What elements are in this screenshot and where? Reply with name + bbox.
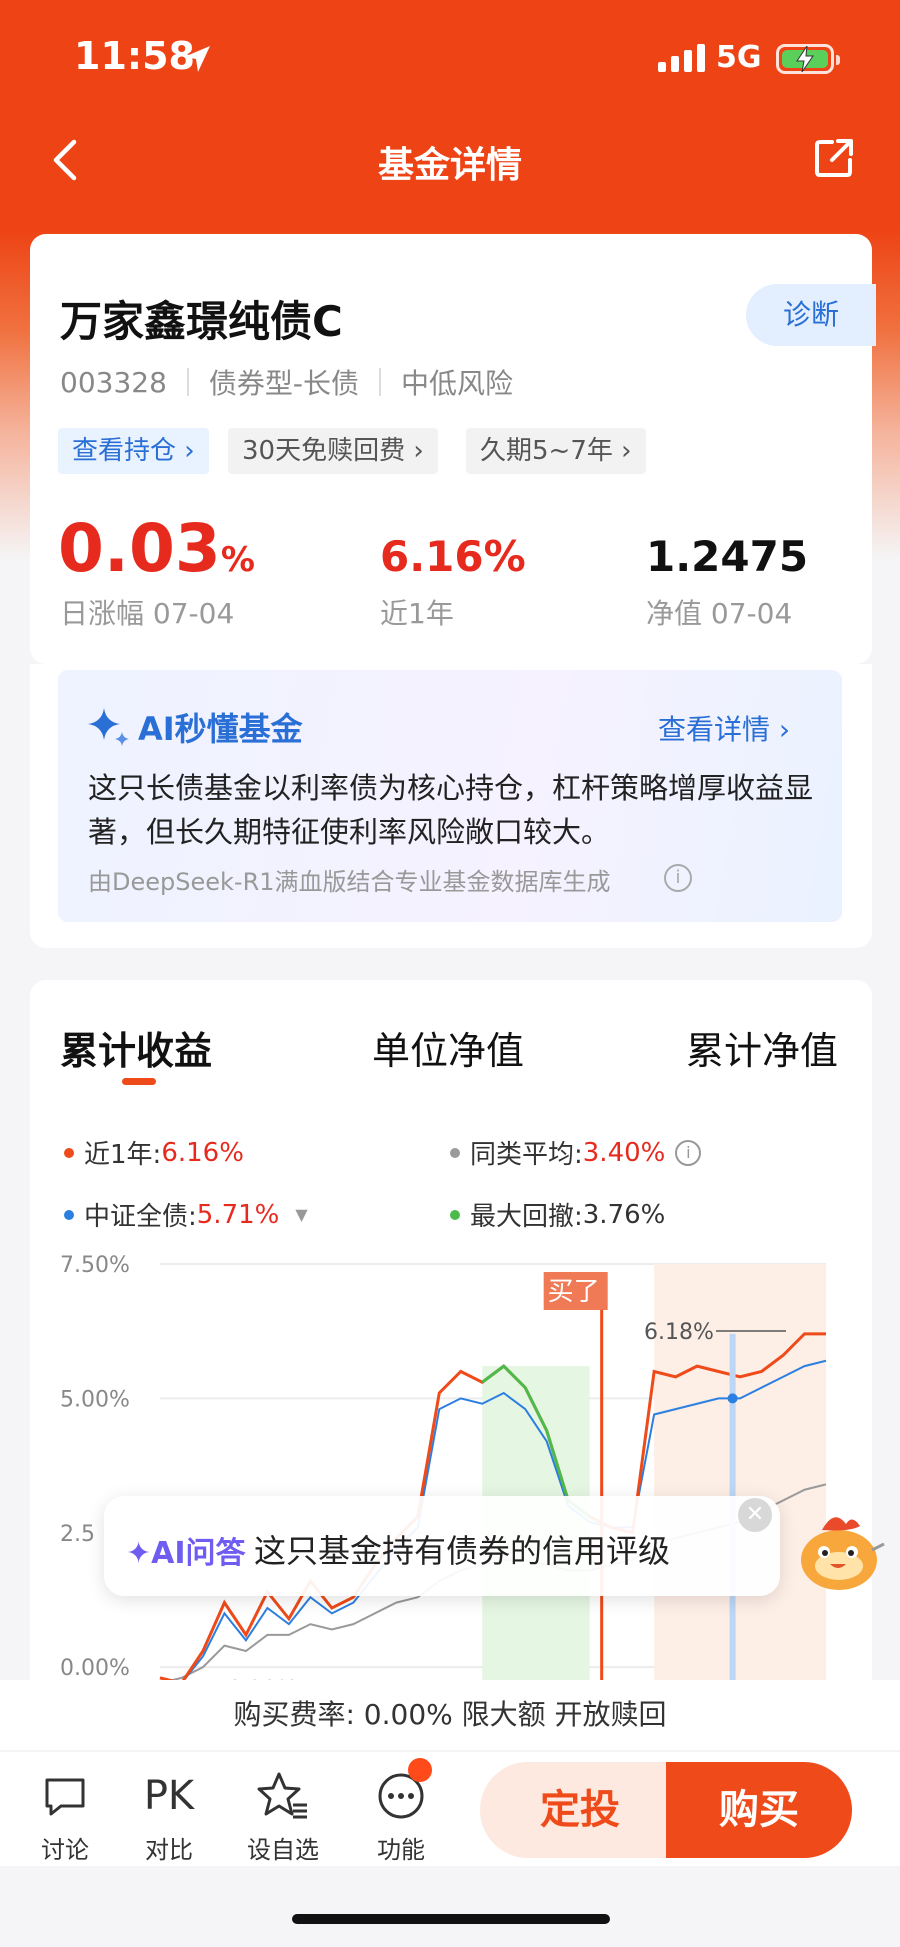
- buy-marker-label: 买了: [548, 1277, 600, 1307]
- redemption-fee-tag[interactable]: 30天免赎回费 ›: [228, 428, 438, 474]
- buy-button[interactable]: 购买: [666, 1762, 852, 1858]
- pk-icon: PK: [143, 1773, 195, 1819]
- fund-meta: 003328 债券型-长债 中低风险: [60, 362, 513, 402]
- sparkle-icon: [88, 708, 129, 746]
- mascot-icon[interactable]: [794, 1502, 888, 1594]
- fund-category: 债券型-长债: [208, 367, 359, 400]
- nav-value: 1.2475: [646, 532, 809, 581]
- share-icon[interactable]: [812, 136, 856, 180]
- notification-badge: [408, 1758, 432, 1782]
- info-icon[interactable]: i: [675, 1139, 702, 1166]
- y-tick-label: 0.00%: [60, 1656, 130, 1681]
- legend-max-drawdown: 最大回撤: 3.76%: [450, 1196, 665, 1233]
- legend-index[interactable]: 中证全债: 5.71% ▼: [64, 1196, 308, 1233]
- ai-summary-text: 这只长债基金以利率债为核心持仓，杠杆策略增厚收益显著，但长久期特征使利率风险敞口…: [88, 771, 814, 849]
- star-icon: [257, 1772, 307, 1819]
- close-icon[interactable]: ✕: [738, 1498, 772, 1532]
- info-icon[interactable]: i: [664, 864, 692, 892]
- home-indicator-area: [0, 1866, 900, 1947]
- y-tick-label: 2.5: [60, 1522, 95, 1547]
- y-tick-label: 7.50%: [60, 1254, 130, 1278]
- ai-source-note: 由DeepSeek-R1满血版结合专业基金数据库生成: [88, 868, 611, 896]
- functions-button[interactable]: 功能: [356, 1770, 446, 1865]
- compare-button[interactable]: PK 对比: [124, 1770, 214, 1865]
- fund-risk: 中低风险: [401, 367, 514, 400]
- daily-change-value: 0.03%: [58, 510, 255, 587]
- signal-icon: [658, 44, 705, 72]
- tab-cumulative-nav[interactable]: 累计净值: [686, 1020, 838, 1075]
- diagnose-button[interactable]: 诊断: [746, 284, 876, 346]
- y-tick-label: 5.00%: [60, 1387, 130, 1412]
- fund-code: 003328: [60, 365, 167, 399]
- auto-invest-button[interactable]: 定投: [480, 1762, 680, 1858]
- ai-question-text[interactable]: 这只基金持有债券的信用评级: [254, 1526, 670, 1572]
- active-tab-indicator: [122, 1078, 156, 1085]
- tab-cumulative-return[interactable]: 累计收益: [60, 1020, 212, 1075]
- network-type: 5G: [716, 40, 762, 75]
- daily-change-label: 日涨幅 07-04: [60, 597, 235, 630]
- max-value-label: 6.18%: [644, 1320, 714, 1345]
- cursor-point: [727, 1393, 738, 1404]
- year-return-value: 6.16%: [380, 532, 526, 581]
- legend-peer-average: 同类平均: 3.40% i: [450, 1134, 702, 1171]
- legend-fund: 近1年: 6.16%: [64, 1134, 244, 1171]
- year-return-label: 近1年: [380, 597, 454, 630]
- charging-icon: [796, 46, 814, 72]
- return-chart[interactable]: 7.50%5.00%2.50.00%买了6.18%-0.29%: [60, 1254, 840, 1684]
- ai-qa-tag: ✦AI问答: [126, 1536, 246, 1571]
- nav-label: 净值 07-04: [646, 597, 793, 630]
- fund-name: 万家鑫璟纯债C: [60, 297, 343, 346]
- dropdown-icon[interactable]: ▼: [295, 1205, 307, 1224]
- home-indicator[interactable]: [292, 1914, 610, 1924]
- holdings-tag[interactable]: 查看持仓 ›: [58, 428, 209, 474]
- tab-unit-nav[interactable]: 单位净值: [372, 1020, 524, 1075]
- ai-card-title: AI秒懂基金: [138, 710, 303, 748]
- add-watchlist-button[interactable]: 设自选: [238, 1770, 328, 1865]
- location-icon: [184, 46, 210, 72]
- duration-tag[interactable]: 久期5~7年 ›: [466, 428, 646, 474]
- chat-icon: [45, 1778, 85, 1816]
- discuss-button[interactable]: 讨论: [20, 1770, 110, 1865]
- status-time: 11:58: [74, 34, 195, 78]
- page-title: 基金详情: [377, 145, 522, 186]
- purchase-fee-info: 购买费率: 0.00% 限大额 开放赎回: [0, 1680, 900, 1750]
- ai-view-details-link[interactable]: 查看详情 ›: [658, 708, 790, 748]
